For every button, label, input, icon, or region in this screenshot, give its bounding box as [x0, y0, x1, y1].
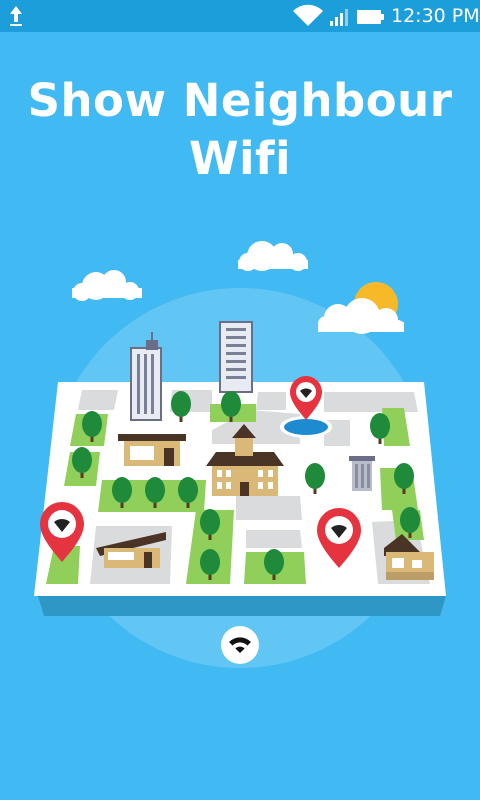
building-icon: [349, 456, 375, 491]
house-icon: [118, 434, 186, 466]
cloud-icon: [72, 270, 142, 301]
wifi-icon: [293, 4, 323, 27]
app-title: Show Neighbour Wifi: [0, 72, 480, 188]
map-shadow: [38, 596, 446, 616]
building-icon: [219, 321, 253, 393]
cell-signal-icon: [330, 9, 348, 26]
app-title-line1: Show Neighbour: [27, 74, 453, 127]
app-title-line2: Wifi: [188, 132, 292, 185]
wifi-icon: [229, 637, 251, 653]
city-illustration: [34, 241, 446, 668]
status-time: 12:30 PM: [391, 5, 480, 27]
battery-icon: [357, 10, 384, 24]
wifi-badge[interactable]: [221, 626, 259, 664]
status-bar: 12:30 PM: [0, 0, 480, 32]
cloud-icon: [238, 241, 308, 271]
upload-icon: [10, 6, 22, 26]
